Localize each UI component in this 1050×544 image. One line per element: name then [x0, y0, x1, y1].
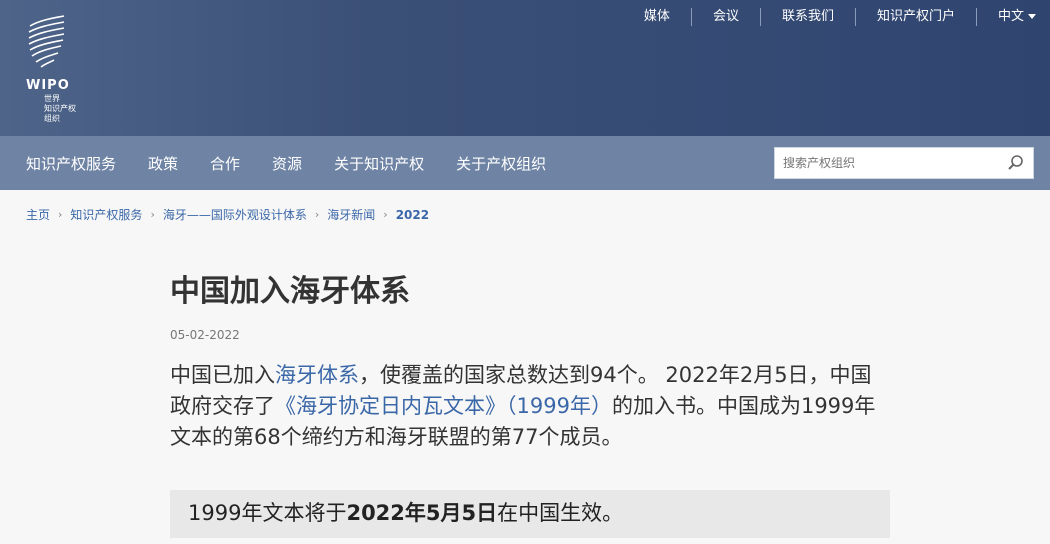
article-lead: 中国已加入海牙体系，使覆盖的国家总数达到94个。 2022年2月5日，中国政府交… [170, 360, 890, 453]
main-nav-cooperation[interactable]: 合作 [194, 153, 256, 174]
breadcrumb-current-year[interactable]: 2022 [396, 208, 429, 222]
breadcrumb-separator-icon: › [150, 208, 155, 221]
breadcrumb-hague-news[interactable]: 海牙新闻 [327, 206, 375, 223]
notice-text: 1999年文本将于 [188, 501, 347, 525]
logo-wordmark: WIPO [26, 78, 70, 93]
effective-date-notice: 1999年文本将于2022年5月5日在中国生效。 [170, 490, 890, 538]
logo-subtitle: 世界 知识产权 组织 [44, 94, 104, 124]
geneva-act-link[interactable]: 《海牙协定日内瓦文本》（1999年） [275, 394, 612, 418]
chevron-down-icon [1028, 14, 1036, 19]
main-nav-about-wipo[interactable]: 关于产权组织 [440, 153, 562, 174]
lead-text: 中国已加入 [170, 363, 275, 387]
search-input[interactable] [775, 148, 995, 178]
wipo-globe-icon [28, 15, 65, 68]
page-title: 中国加入海牙体系 [170, 274, 410, 309]
notice-date: 2022年5月5日 [346, 501, 498, 525]
language-selector[interactable]: 中文 [975, 8, 1050, 26]
breadcrumb-home[interactable]: 主页 [26, 206, 50, 223]
hague-system-link[interactable]: 海牙体系 [275, 363, 359, 387]
breadcrumb-hague-system[interactable]: 海牙——国际外观设计体系 [163, 206, 307, 223]
publish-date: 05-02-2022 [170, 328, 240, 342]
breadcrumb-separator-icon: › [314, 208, 320, 221]
breadcrumb-ip-services[interactable]: 知识产权服务 [70, 206, 142, 223]
top-nav-contact[interactable]: 联系我们 [759, 8, 855, 26]
top-utility-nav: 媒体 会议 联系我们 知识产权门户 中文 [623, 6, 1050, 28]
search-box [774, 147, 1034, 179]
logo-subtitle-line: 知识产权 [44, 104, 76, 113]
search-icon[interactable] [1007, 154, 1025, 172]
main-nav-policy[interactable]: 政策 [132, 153, 194, 174]
top-nav-meetings[interactable]: 会议 [690, 8, 760, 26]
breadcrumb-separator-icon: › [383, 208, 388, 221]
main-nav-resources[interactable]: 资源 [256, 153, 318, 174]
breadcrumb-separator-icon: › [58, 208, 63, 221]
breadcrumb: 主页 › 知识产权服务 › 海牙——国际外观设计体系 › 海牙新闻 › 2022 [26, 206, 429, 223]
main-nav-about-ip[interactable]: 关于知识产权 [318, 153, 440, 174]
notice-text: 在中国生效。 [497, 501, 624, 525]
main-nav-ip-services[interactable]: 知识产权服务 [10, 153, 132, 174]
article: 中国加入海牙体系 05-02-2022 中国已加入海牙体系，使覆盖的国家总数达到… [170, 270, 890, 453]
top-nav-ip-portal[interactable]: 知识产权门户 [854, 8, 976, 26]
site-header: WIPO 世界 知识产权 组织 媒体 会议 联系我们 知识产权门户 中文 [0, 0, 1050, 136]
language-label: 中文 [997, 9, 1024, 24]
top-nav-media[interactable]: 媒体 [623, 8, 691, 26]
logo-subtitle-line: 组织 [44, 114, 60, 123]
wipo-logo[interactable]: WIPO 世界 知识产权 组织 [26, 12, 116, 127]
logo-subtitle-line: 世界 [44, 94, 60, 103]
